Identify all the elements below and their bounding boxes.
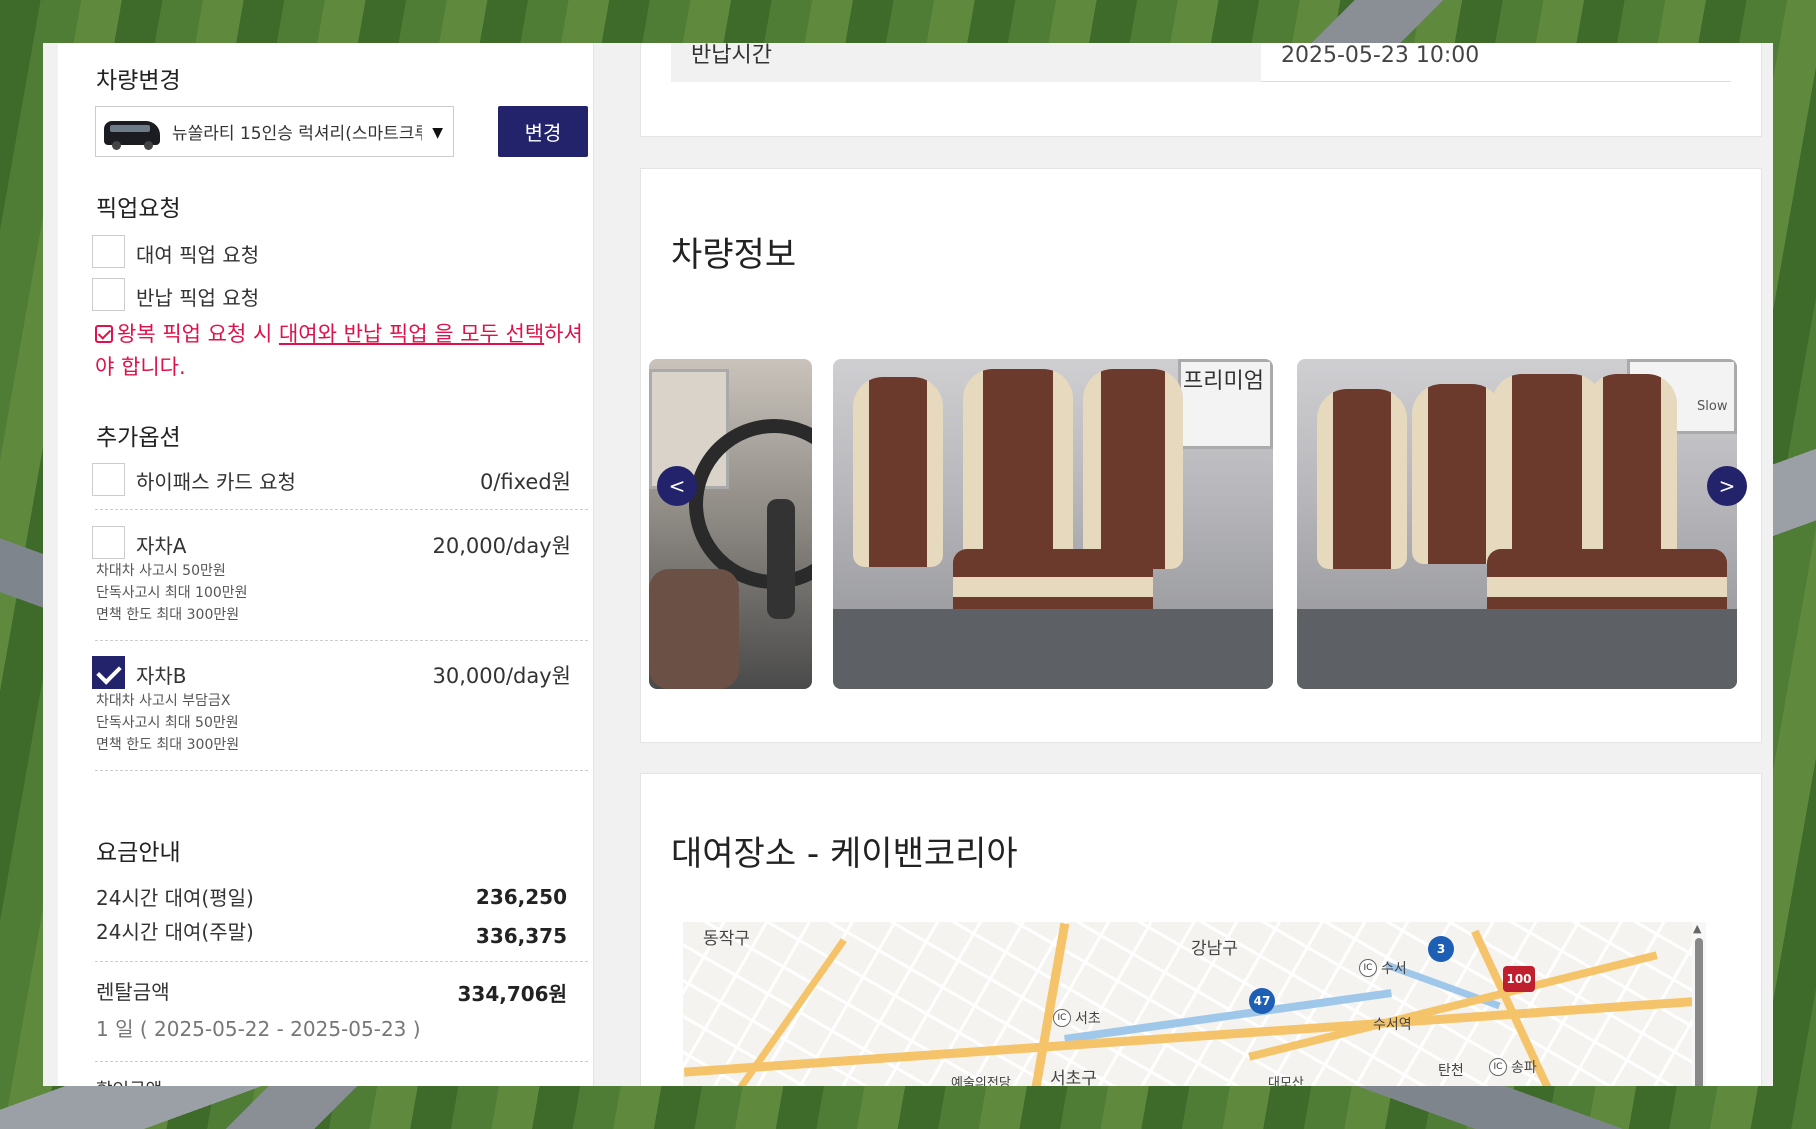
vehicle-info-title: 차량정보 <box>671 235 797 275</box>
warning-text-prefix: 왕복 픽업 요청 시 <box>117 322 279 346</box>
insurance-a-note: 면책 한도 최대 300만원 <box>96 607 240 623</box>
vehicle-select[interactable]: 뉴쏠라티 15인승 럭셔리(스마트크루즈) ▼ <box>95 106 454 157</box>
ic-icon: IC <box>1053 1009 1071 1027</box>
warning-text-emphasis: 대여와 반납 픽업 을 모두 선택 <box>278 322 545 346</box>
location-map[interactable]: 동작구 강남구 IC 서초 서초구 IC 수서 수서역 IC 송파 탄천 예술의… <box>683 922 1706 1086</box>
map-label: 수서 <box>1381 961 1407 977</box>
rental-location-card: 대여장소 - 케이밴코리아 동작구 강남구 IC 서초 서초구 IC 수서 수서… <box>640 773 1762 1086</box>
scrollbar-thumb[interactable] <box>1695 938 1703 1086</box>
divider <box>95 1061 588 1062</box>
return-time-row: 반납시간 2025-05-23 10:00 <box>671 43 1731 82</box>
change-vehicle-button[interactable]: 변경 <box>498 106 588 157</box>
vehicle-photo-seats-rear: Slow <box>1297 359 1737 689</box>
vehicle-photo-cabin <box>649 359 812 689</box>
discount-label: 할인금액 <box>96 1076 589 1086</box>
fee-row-weekend: 24시간 대여(주말) 336,375 <box>96 916 589 948</box>
hipass-checkbox[interactable] <box>92 463 125 496</box>
scroll-up-icon[interactable]: ▲ <box>1693 922 1701 935</box>
rental-period: 1 일 ( 2025-05-22 - 2025-05-23 ) <box>96 1017 421 1041</box>
insurance-b-notes: 차대차 사고시 부담금X 단독사고시 최대 50만원 면책 한도 최대 300만… <box>96 690 239 756</box>
return-time-value: 2025-05-23 10:00 <box>1281 43 1480 68</box>
fee-value: 336,375 <box>475 924 567 948</box>
route-shield-icon: 47 <box>1249 988 1275 1014</box>
caret-down-icon: ▼ <box>432 125 443 141</box>
divider <box>95 640 588 641</box>
insurance-b-label: 자차B <box>136 664 187 688</box>
carousel-prev-button[interactable]: < <box>657 466 697 506</box>
insurance-b-note: 차대차 사고시 부담금X <box>96 693 231 709</box>
fee-value: 236,250 <box>475 885 567 909</box>
rental-amount-value: 334,706원 <box>457 982 568 1006</box>
divider <box>95 770 588 771</box>
divider <box>95 961 588 962</box>
map-label: 수서역 <box>1373 1017 1412 1033</box>
map-label: 서초 <box>1075 1011 1101 1027</box>
vehicle-info-card: 차량정보 프리미엄 Slow < > <box>640 168 1762 743</box>
hipass-label: 하이패스 카드 요청 <box>136 470 296 494</box>
insurance-b-note: 단독사고시 최대 50만원 <box>96 715 239 731</box>
vehicle-sign-text: 프리미엄 <box>1183 369 1264 394</box>
pickup-title: 픽업요청 <box>96 196 181 222</box>
insurance-a-note: 차대차 사고시 50만원 <box>96 563 226 579</box>
vehicle-photo-seats-front: 프리미엄 <box>833 359 1273 689</box>
ic-icon: IC <box>1489 1058 1507 1076</box>
pickup-warning: 왕복 픽업 요청 시 대여와 반납 픽업 을 모두 선택하셔야 합니다. <box>95 318 595 384</box>
return-time-label: 반납시간 <box>671 43 1261 82</box>
insurance-a-price: 20,000/day원 <box>432 534 571 558</box>
map-label: 예술의전당 <box>951 1076 1011 1086</box>
schedule-card: 반납시간 2025-05-23 10:00 <box>640 43 1762 137</box>
booking-page: 차량변경 뉴쏠라티 15인승 럭셔리(스마트크루즈) ▼ 변경 픽업요청 대여 … <box>43 43 1773 1086</box>
highway-shield-icon: 100 <box>1503 966 1535 992</box>
fee-row-weekday: 24시간 대여(평일) 236,250 <box>96 882 589 911</box>
map-label: 대모산 <box>1268 1076 1304 1086</box>
map-label: 서초구 <box>1050 1069 1097 1086</box>
insurance-a-note: 단독사고시 최대 100만원 <box>96 585 248 601</box>
insurance-a-notes: 차대차 사고시 50만원 단독사고시 최대 100만원 면책 한도 최대 300… <box>96 560 248 626</box>
map-label: 강남구 <box>1191 939 1238 959</box>
ic-icon: IC <box>1359 959 1377 977</box>
map-label: 송파 <box>1511 1060 1537 1076</box>
extra-options-title: 추가옵션 <box>96 425 181 451</box>
vehicle-select-value: 뉴쏠라티 15인승 럭셔리(스마트크루즈) <box>172 124 422 144</box>
rental-amount-label: 렌탈금액 <box>96 980 170 1004</box>
rental-amount-row: 렌탈금액 334,706원 <box>96 976 589 1006</box>
return-pickup-label: 반납 픽업 요청 <box>136 286 260 310</box>
carousel-next-button[interactable]: > <box>1707 466 1747 506</box>
insurance-a-label: 자차A <box>136 534 187 558</box>
rental-pickup-checkbox[interactable] <box>92 235 125 268</box>
fee-label: 24시간 대여(평일) <box>96 886 254 910</box>
map-scrollbar[interactable]: ▲ <box>1692 922 1706 1086</box>
vehicle-image-carousel[interactable]: 프리미엄 Slow <box>649 359 1762 689</box>
insurance-b-note: 면책 한도 최대 300만원 <box>96 737 240 753</box>
rental-pickup-label: 대여 픽업 요청 <box>136 243 260 267</box>
map-label: 동작구 <box>703 929 750 949</box>
hipass-price: 0/fixed원 <box>479 470 571 494</box>
rental-location-title: 대여장소 - 케이밴코리아 <box>671 834 1018 874</box>
insurance-b-checkbox[interactable] <box>92 656 125 689</box>
booking-sidebar: 차량변경 뉴쏠라티 15인승 럭셔리(스마트크루즈) ▼ 변경 픽업요청 대여 … <box>58 43 594 1086</box>
check-square-icon <box>95 325 113 343</box>
fee-label: 24시간 대여(주말) <box>96 920 254 944</box>
route-shield-icon: 3 <box>1428 936 1454 962</box>
map-label: 탄천 <box>1438 1063 1464 1079</box>
vehicle-change-title: 차량변경 <box>96 68 181 94</box>
divider <box>95 509 588 510</box>
van-thumbnail <box>102 115 162 150</box>
vehicle-slow-text: Slow <box>1697 399 1728 414</box>
fees-title: 요금안내 <box>96 840 181 866</box>
return-pickup-checkbox[interactable] <box>92 278 125 311</box>
insurance-a-checkbox[interactable] <box>92 526 125 559</box>
insurance-b-price: 30,000/day원 <box>432 664 571 688</box>
